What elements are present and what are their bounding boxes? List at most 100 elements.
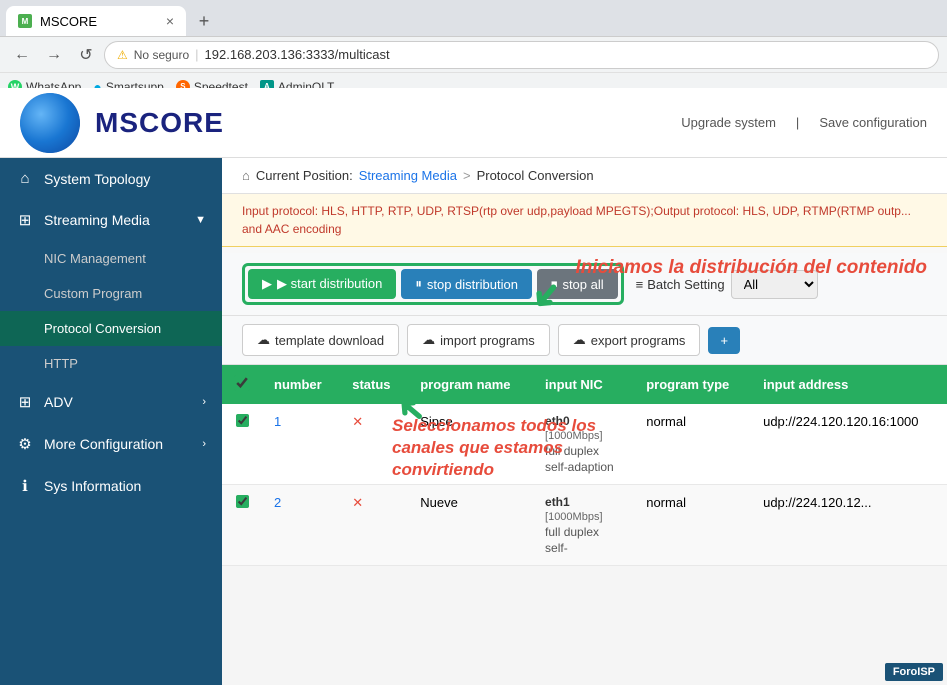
sidebar-item-streaming-media[interactable]: ⊞ Streaming Media ▼: [0, 199, 222, 241]
play-icon: ▶: [262, 276, 272, 292]
table-header-status: status: [340, 365, 408, 404]
reload-button[interactable]: ↺: [72, 41, 100, 69]
batch-setting-label: ≡ Batch Setting: [636, 277, 725, 292]
template-download-button[interactable]: ☁ template download: [242, 324, 399, 356]
sidebar-item-system-topology-label: System Topology: [44, 171, 150, 187]
chevron-down-icon: ▼: [195, 214, 206, 226]
app-logo: [20, 93, 80, 153]
forward-button[interactable]: →: [40, 41, 68, 69]
adv-icon: ⊞: [16, 393, 34, 411]
breadcrumb: ⌂ Current Position: Streaming Media > Pr…: [222, 158, 947, 194]
row2-checkbox-cell: [222, 485, 262, 566]
row1-program-name: Sipse: [408, 404, 533, 485]
row2-status: ✕: [340, 485, 408, 566]
table-header-program-type: program type: [634, 365, 751, 404]
save-configuration-link[interactable]: Save configuration: [819, 115, 927, 130]
sidebar-sub-http-label: HTTP: [44, 356, 78, 371]
sidebar-sub-custom-label: Custom Program: [44, 286, 142, 301]
start-distribution-button[interactable]: ▶ ▶ start distribution: [248, 269, 396, 299]
upgrade-system-link[interactable]: Upgrade system: [681, 115, 776, 130]
row2-number-link[interactable]: 2: [274, 495, 281, 510]
row1-status: ✕: [340, 404, 408, 485]
security-warning-icon: ⚠: [117, 48, 128, 62]
import-icon: ☁: [422, 332, 435, 348]
gear-icon: ⚙: [16, 435, 34, 453]
sidebar-sub-protocol-conversion[interactable]: Protocol Conversion: [0, 311, 222, 346]
row2-program-name: Nueve: [408, 485, 533, 566]
sidebar-sub-nic-label: NIC Management: [44, 251, 146, 266]
sidebar: ⌂ System Topology ⊞ Streaming Media ▼ NI…: [0, 158, 222, 685]
home-icon: ⌂: [16, 170, 34, 187]
breadcrumb-home-icon: ⌂: [242, 168, 250, 183]
breadcrumb-label: Current Position:: [256, 168, 353, 183]
stop-icon: ⏹: [551, 276, 558, 292]
data-table: number status program name input NIC pro…: [222, 365, 947, 566]
sidebar-sub-nic-management[interactable]: NIC Management: [0, 241, 222, 276]
table-container: Seleccionamos todos loscanales que estam…: [222, 365, 947, 566]
table-row: 1 ✕ Sipse eth0 [1000Mbps] full duplex: [222, 404, 947, 485]
tab-close-button[interactable]: ×: [166, 13, 174, 29]
batch-section: ≡ Batch Setting All None Reverse: [636, 270, 818, 299]
back-button[interactable]: ←: [8, 41, 36, 69]
sidebar-sub-http[interactable]: HTTP: [0, 346, 222, 381]
row2-checkbox[interactable]: [236, 495, 249, 508]
sidebar-item-system-topology[interactable]: ⌂ System Topology: [0, 158, 222, 199]
table-header-program-name: program name: [408, 365, 533, 404]
row1-checkbox[interactable]: [236, 414, 249, 427]
row1-input-address: udp://224.120.120.16:1000: [751, 404, 947, 485]
protocol-info-text: Input protocol: HLS, HTTP, RTP, UDP, RTS…: [242, 204, 911, 236]
address-separator: |: [195, 47, 198, 62]
sidebar-sub-custom-program[interactable]: Custom Program: [0, 276, 222, 311]
toolbar: ▶ ▶ start distribution ⏸ stop distributi…: [222, 253, 947, 316]
breadcrumb-protocol-text: Protocol Conversion: [477, 168, 594, 183]
tab-title: MSCORE: [40, 14, 158, 29]
sidebar-item-adv[interactable]: ⊞ ADV ›: [0, 381, 222, 423]
sidebar-item-sys-info[interactable]: ℹ Sys Information: [0, 465, 222, 507]
tab-favicon: M: [18, 14, 32, 28]
sidebar-item-adv-label: ADV: [44, 394, 73, 410]
header-actions: Upgrade system | Save configuration: [681, 115, 927, 130]
sidebar-item-streaming-media-label: Streaming Media: [44, 212, 150, 228]
list-icon: ≡: [636, 277, 644, 292]
chevron-right-icon-config: ›: [202, 438, 206, 450]
row2-input-address: udp://224.120.12...: [751, 485, 947, 566]
sidebar-sub-protocol-label: Protocol Conversion: [44, 321, 161, 336]
sidebar-item-more-config-label: More Configuration: [44, 436, 163, 452]
row2-program-type: normal: [634, 485, 751, 566]
toolbar2: ☁ template download ☁ import programs ☁ …: [222, 316, 947, 365]
row1-nic: eth0 [1000Mbps] full duplex self-adaptio…: [533, 404, 634, 485]
protocol-info: Input protocol: HLS, HTTP, RTP, UDP, RTS…: [222, 194, 947, 247]
row2-number: 2: [262, 485, 340, 566]
app-header: MSCORE Upgrade system | Save configurati…: [0, 88, 947, 158]
address-bar[interactable]: ⚠ No seguro | 192.168.203.136:3333/multi…: [104, 41, 939, 69]
table-header-checkbox: [222, 365, 262, 404]
add-button[interactable]: +: [708, 327, 740, 354]
row1-number: 1: [262, 404, 340, 485]
table-row: 2 ✕ Nueve eth1 [1000Mbps] full duplex: [222, 485, 947, 566]
row2-nic: eth1 [1000Mbps] full duplex self-: [533, 485, 634, 566]
stop-distribution-button[interactable]: ⏸ stop distribution: [401, 269, 532, 299]
row1-number-link[interactable]: 1: [274, 414, 281, 429]
export-programs-button[interactable]: ☁ export programs: [558, 324, 701, 356]
plus-icon: +: [720, 333, 728, 348]
batch-setting-select[interactable]: All None Reverse: [731, 270, 818, 299]
app-title: MSCORE: [95, 107, 224, 139]
grid-icon: ⊞: [16, 211, 34, 229]
download-icon: ☁: [257, 332, 270, 348]
new-tab-button[interactable]: +: [190, 7, 218, 35]
security-warning-text: No seguro: [134, 48, 189, 62]
table-header-number: number: [262, 365, 340, 404]
url-text: 192.168.203.136:3333/multicast: [205, 47, 390, 62]
import-programs-button[interactable]: ☁ import programs: [407, 324, 550, 356]
active-tab[interactable]: M MSCORE ×: [6, 6, 186, 36]
page-content: ⌂ Current Position: Streaming Media > Pr…: [222, 158, 947, 685]
stop-all-button[interactable]: ⏹ stop all: [537, 269, 618, 299]
breadcrumb-streaming-link[interactable]: Streaming Media: [359, 168, 457, 183]
sidebar-item-more-config[interactable]: ⚙ More Configuration ›: [0, 423, 222, 465]
table-header-input-nic: input NIC: [533, 365, 634, 404]
select-all-checkbox[interactable]: [234, 375, 250, 391]
row1-checkbox-cell: [222, 404, 262, 485]
row1-program-type: normal: [634, 404, 751, 485]
header-divider: |: [796, 115, 799, 130]
table-header-input-address: input address: [751, 365, 947, 404]
